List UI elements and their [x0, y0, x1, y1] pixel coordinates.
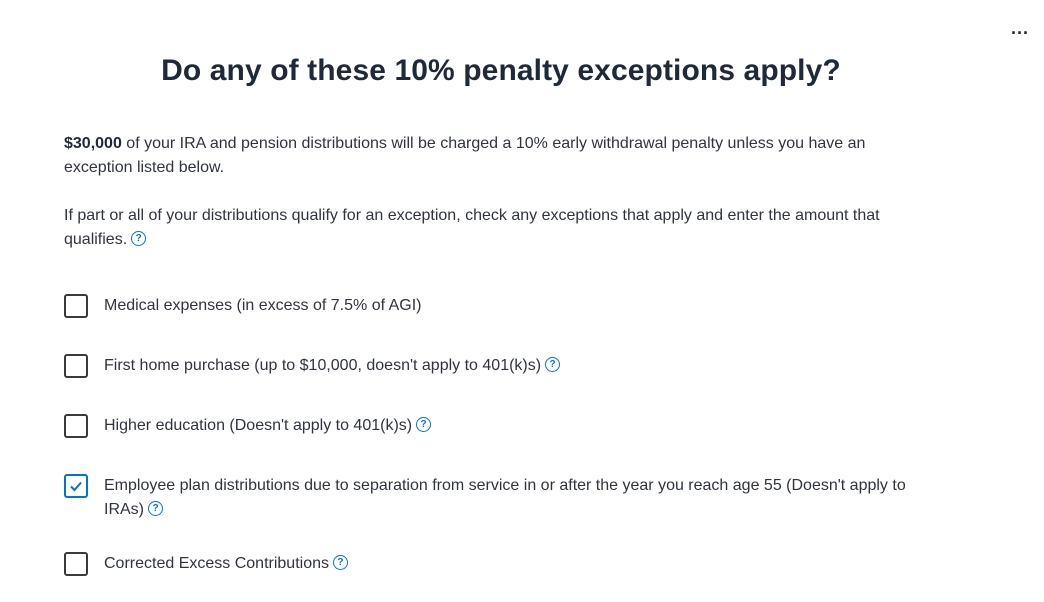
checkbox-medical-expenses[interactable] — [64, 294, 88, 318]
option-label-higher-education: Higher education (Doesn't apply to 401(k… — [104, 414, 432, 438]
checkbox-higher-education[interactable] — [64, 414, 88, 438]
option-label-medical-expenses: Medical expenses (in excess of 7.5% of A… — [104, 297, 422, 314]
page-title: Do any of these 10% penalty exceptions a… — [161, 54, 841, 87]
checkbox-corrected-excess-contributions[interactable] — [64, 552, 88, 576]
option-first-home-purchase[interactable]: First home purchase (up to $10,000, does… — [64, 354, 944, 378]
option-label-corrected-excess-contributions: Corrected Excess Contributions? — [104, 552, 348, 576]
penalty-amount: $30,000 — [64, 135, 122, 152]
help-icon[interactable]: ? — [416, 417, 432, 433]
option-higher-education[interactable]: Higher education (Doesn't apply to 401(k… — [64, 414, 944, 438]
penalty-intro-text: of your IRA and pension distributions wi… — [64, 135, 866, 176]
instructions-text: If part or all of your distributions qua… — [64, 207, 880, 248]
checkbox-employee-plan-separation[interactable] — [64, 474, 88, 498]
more-options-button[interactable]: ... — [1008, 18, 1032, 44]
penalty-intro: $30,000 of your IRA and pension distribu… — [64, 132, 934, 180]
help-icon[interactable]: ? — [332, 555, 348, 571]
checkbox-first-home-purchase[interactable] — [64, 354, 88, 378]
option-corrected-excess-contributions[interactable]: Corrected Excess Contributions? — [64, 552, 944, 576]
option-label-first-home-purchase: First home purchase (up to $10,000, does… — [104, 354, 561, 378]
option-medical-expenses[interactable]: Medical expenses (in excess of 7.5% of A… — [64, 294, 944, 318]
help-icon[interactable]: ? — [131, 231, 147, 247]
help-icon[interactable]: ? — [148, 501, 163, 517]
option-label-employee-plan-separation: Employee plan distributions due to separ… — [104, 477, 906, 518]
option-employee-plan-separation[interactable]: Employee plan distributions due to separ… — [64, 474, 944, 522]
check-icon — [70, 481, 82, 492]
help-icon[interactable]: ? — [545, 357, 561, 373]
ellipsis-icon: ... — [1010, 18, 1029, 38]
instructions: If part or all of your distributions qua… — [64, 204, 934, 252]
